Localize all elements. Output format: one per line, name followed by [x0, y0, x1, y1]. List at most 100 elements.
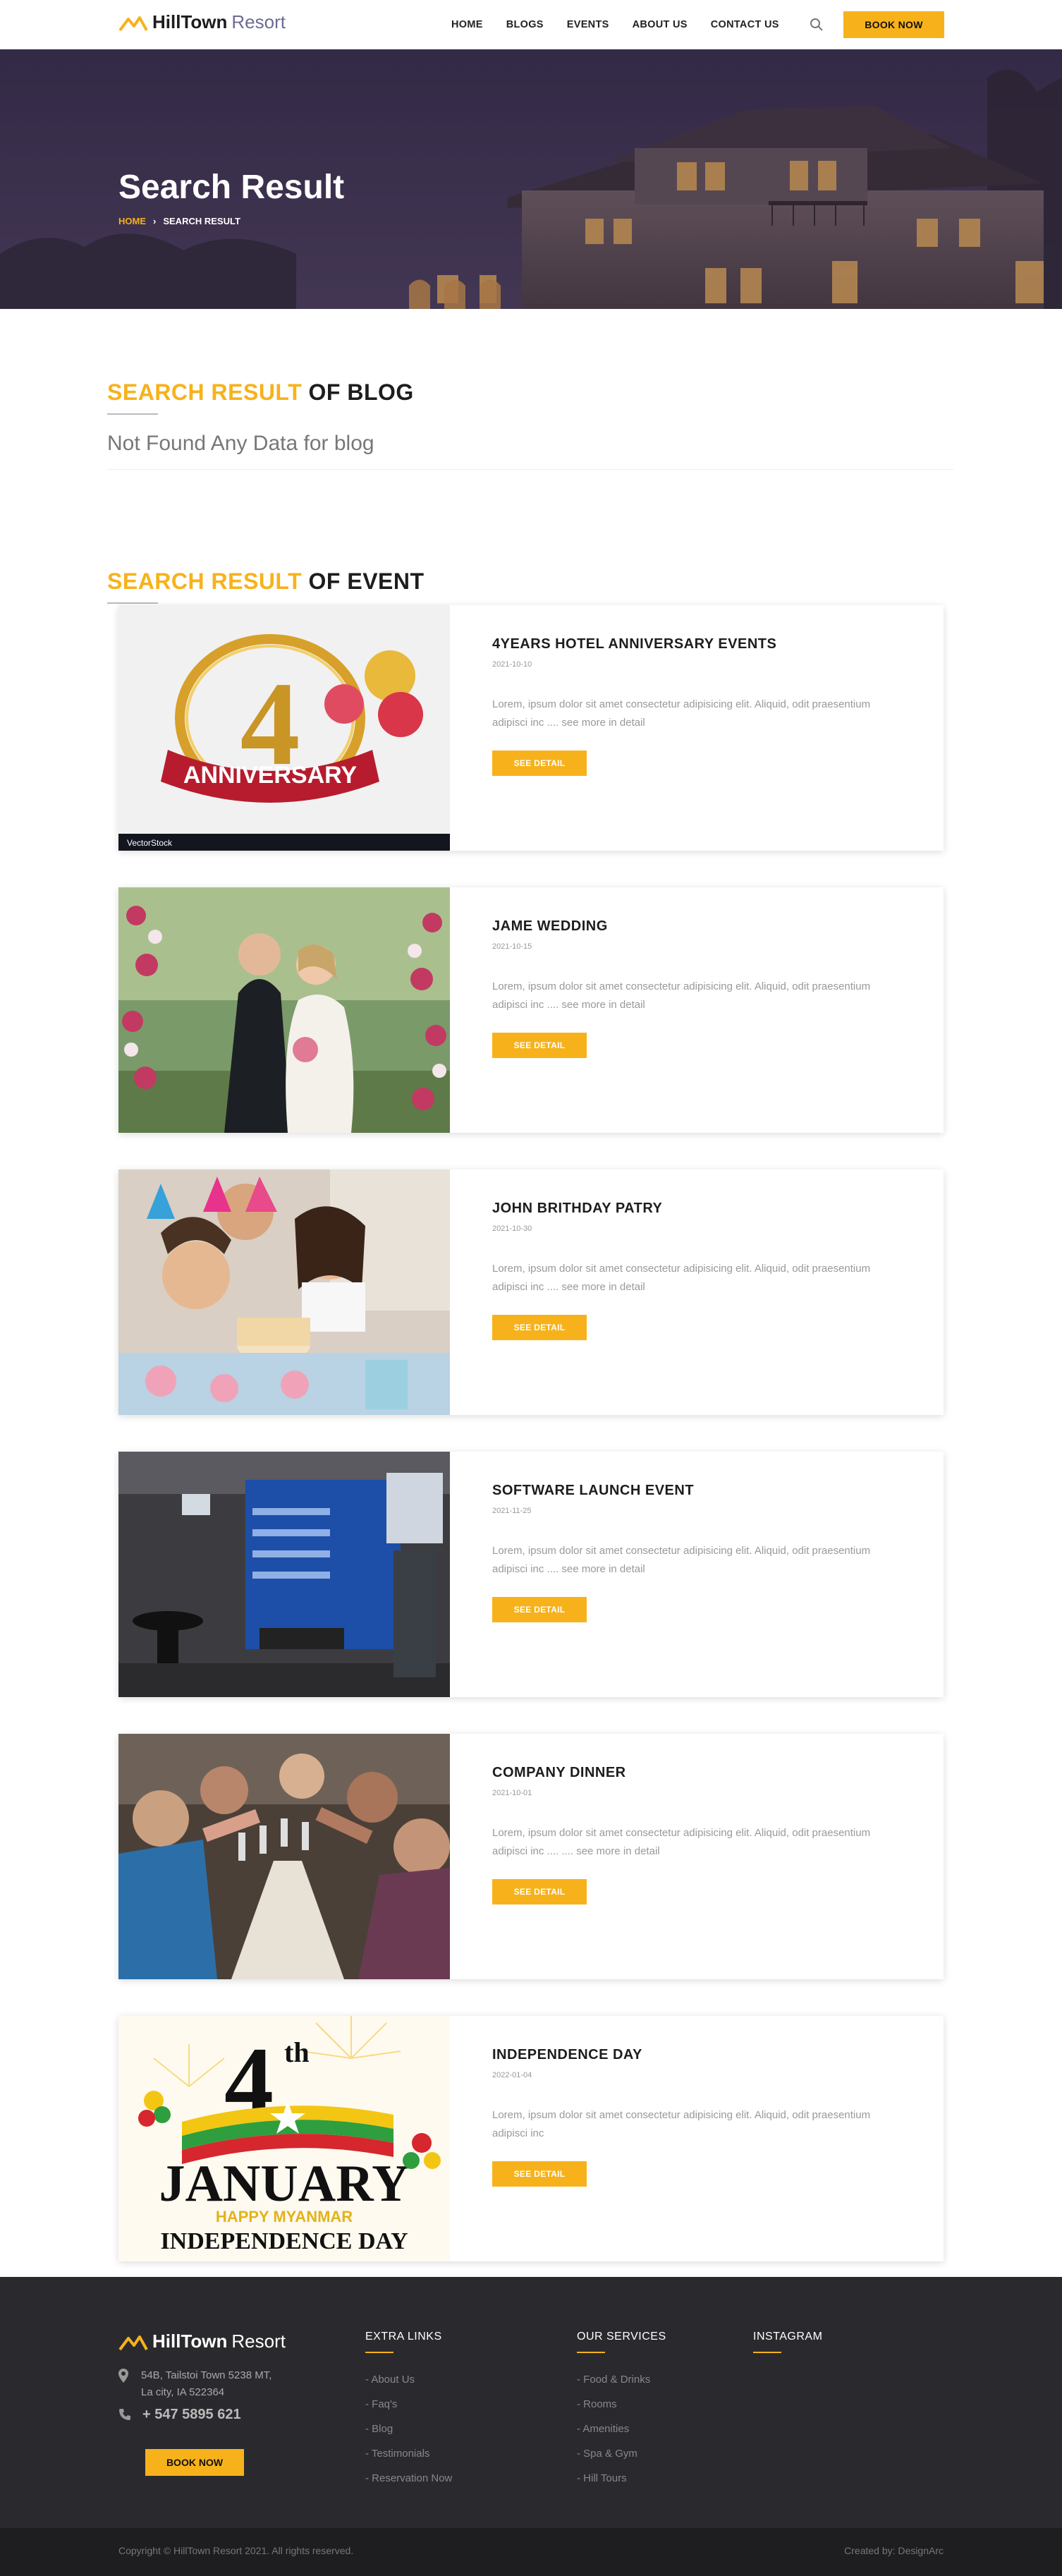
footer-phone[interactable]: + 547 5895 621 [142, 2407, 241, 2423]
footer-link-testimonials[interactable]: - Testimonials [365, 2441, 452, 2466]
birthday-image[interactable] [118, 1169, 450, 1415]
event-card: SOFTWARE LAUNCH EVENT 2021-11-25 Lorem, … [118, 1452, 944, 1697]
footer-link-about[interactable]: - About Us [365, 2367, 452, 2392]
event-description: Lorem, ipsum dolor sit amet consectetur … [492, 1263, 871, 1293]
copyright-text: Copyright © HillTown Resort 2021. All ri… [118, 2545, 354, 2556]
brand-name-light: Resort [231, 11, 286, 32]
footer-column-heading: EXTRA LINKS [365, 2331, 442, 2343]
event-title[interactable]: COMPANY DINNER [492, 1765, 626, 1781]
book-now-button[interactable]: BOOK NOW [843, 11, 944, 38]
blog-title-highlight: SEARCH RESULT [107, 379, 303, 405]
nav-contact[interactable]: CONTACT US [711, 19, 779, 30]
heading-underline [753, 2352, 781, 2353]
top-nav: HillTown Resort HOME BLOGS EVENTS ABOUT … [0, 0, 1062, 49]
see-detail-button[interactable]: SEE DETAIL [492, 2161, 587, 2187]
heading-underline [577, 2352, 605, 2353]
breadcrumb-home[interactable]: HOME [118, 216, 146, 226]
main-menu: HOME BLOGS EVENTS ABOUT US CONTACT US [451, 0, 802, 49]
event-date: 2021-10-10 [492, 660, 532, 669]
footer-column-heading: INSTAGRAM [753, 2331, 823, 2343]
see-detail-button[interactable]: SEE DETAIL [492, 1597, 587, 1622]
wedding-image[interactable] [118, 887, 450, 1133]
divider [107, 469, 953, 470]
breadcrumb: HOME › SEARCH RESULT [118, 216, 240, 226]
event-card: JOHN BRITHDAY PATRY 2021-10-30 Lorem, ip… [118, 1169, 944, 1415]
event-date: 2021-11-25 [492, 1507, 532, 1515]
event-date: 2022-01-04 [492, 2071, 532, 2079]
event-title[interactable]: 4YEARS HOTEL ANNIVERSARY EVENTS [492, 636, 776, 652]
search-icon[interactable] [810, 18, 824, 32]
credit-text: Created by: DesignArc [844, 2545, 944, 2556]
brand-logo[interactable]: HillTown Resort [118, 11, 286, 33]
blog-section-title: SEARCH RESULT OF BLOG [107, 379, 414, 406]
see-detail-button[interactable]: SEE DETAIL [492, 1879, 587, 1904]
independence-month: JANUARY [159, 2155, 409, 2213]
nav-about[interactable]: ABOUT US [633, 19, 688, 30]
brand-name-bold: HillTown [152, 11, 228, 32]
footer-instagram: INSTAGRAM [753, 2331, 822, 2367]
event-date: 2021-10-01 [492, 1789, 532, 1797]
event-card: COMPANY DINNER 2021-10-01 Lorem, ipsum d… [118, 1734, 944, 1979]
blog-title-underline [107, 413, 158, 415]
nav-blogs[interactable]: BLOGS [506, 19, 544, 30]
footer-link-faqs[interactable]: - Faq's [365, 2392, 452, 2417]
event-card: JAME WEDDING 2021-10-15 Lorem, ipsum dol… [118, 887, 944, 1133]
heading-underline [365, 2352, 393, 2353]
independence-image[interactable]: 4 th JANUARY HAPPY MYANMAR INDEPENDENCE … [118, 2016, 450, 2261]
see-detail-button[interactable]: SEE DETAIL [492, 1033, 587, 1058]
site-footer: HillTown Resort 54B, Tailstoi Town 5238 … [0, 2277, 1062, 2528]
independence-label: INDEPENDENCE DAY [160, 2228, 408, 2254]
mountain-logo-icon [118, 2335, 148, 2350]
anniversary-banner: ANNIVERSARY [183, 762, 358, 789]
event-card: 4 th JANUARY HAPPY MYANMAR INDEPENDENCE … [118, 2016, 944, 2261]
launch-image[interactable] [118, 1452, 450, 1697]
footer-bottom-bar: Copyright © HillTown Resort 2021. All ri… [0, 2528, 1062, 2576]
footer-column-heading: OUR SERVICES [577, 2331, 666, 2343]
location-pin-icon [118, 2369, 128, 2383]
footer-extra-links: EXTRA LINKS - About Us - Faq's - Blog - … [365, 2331, 452, 2491]
footer-service-amenities[interactable]: - Amenities [577, 2417, 666, 2441]
event-title[interactable]: INDEPENDENCE DAY [492, 2047, 642, 2063]
event-description: Lorem, ipsum dolor sit amet consectetur … [492, 980, 871, 1011]
mountain-logo-icon [118, 16, 148, 31]
anniversary-image[interactable]: 4 ANNIVERSARY VectorStock [118, 605, 450, 851]
event-title[interactable]: SOFTWARE LAUNCH EVENT [492, 1483, 694, 1499]
footer-service-spa[interactable]: - Spa & Gym [577, 2441, 666, 2466]
address-line: 54B, Tailstoi Town 5238 MT, [141, 2369, 272, 2381]
event-description: Lorem, ipsum dolor sit amet consectetur … [492, 1827, 871, 1857]
address-line: La city, IA 522364 [141, 2386, 225, 2398]
event-date: 2021-10-15 [492, 942, 532, 951]
footer-service-tours[interactable]: - Hill Tours [577, 2466, 666, 2491]
nav-home[interactable]: HOME [451, 19, 483, 30]
hero-banner: Search Result HOME › SEARCH RESULT [0, 49, 1062, 309]
event-section-title: SEARCH RESULT OF EVENT [107, 569, 425, 595]
event-title-rest: OF EVENT [308, 569, 425, 594]
footer-book-now-button[interactable]: BOOK NOW [145, 2449, 244, 2476]
blog-title-rest: OF BLOG [308, 379, 414, 405]
footer-link-reservation[interactable]: - Reservation Now [365, 2466, 452, 2491]
event-description: Lorem, ipsum dolor sit amet consectetur … [492, 698, 871, 729]
footer-brand-bold: HillTown [152, 2331, 228, 2352]
independence-day-suffix: th [284, 2036, 310, 2068]
event-title-highlight: SEARCH RESULT [107, 569, 303, 594]
event-title[interactable]: JAME WEDDING [492, 918, 608, 935]
footer-service-food[interactable]: - Food & Drinks [577, 2367, 666, 2392]
see-detail-button[interactable]: SEE DETAIL [492, 1315, 587, 1340]
nav-events[interactable]: EVENTS [567, 19, 609, 30]
breadcrumb-current: SEARCH RESULT [163, 216, 240, 226]
footer-link-blog[interactable]: - Blog [365, 2417, 452, 2441]
event-card: 4 ANNIVERSARY VectorStock 4YEARS HOTEL A… [118, 605, 944, 851]
event-title[interactable]: JOHN BRITHDAY PATRY [492, 1201, 662, 1217]
footer-service-rooms[interactable]: - Rooms [577, 2392, 666, 2417]
see-detail-button[interactable]: SEE DETAIL [492, 751, 587, 776]
event-date: 2021-10-30 [492, 1225, 532, 1233]
footer-brand-logo[interactable]: HillTown Resort [118, 2331, 286, 2352]
dinner-image[interactable] [118, 1734, 450, 1979]
chevron-right-icon: › [153, 216, 157, 226]
event-description: Lorem, ipsum dolor sit amet consectetur … [492, 2109, 871, 2139]
blog-not-found-message: Not Found Any Data for blog [107, 432, 374, 455]
image-watermark: VectorStock [127, 838, 173, 848]
footer-address: 54B, Tailstoi Town 5238 MT, La city, IA … [141, 2367, 271, 2401]
phone-icon [119, 2409, 130, 2420]
event-title-underline [107, 602, 158, 604]
